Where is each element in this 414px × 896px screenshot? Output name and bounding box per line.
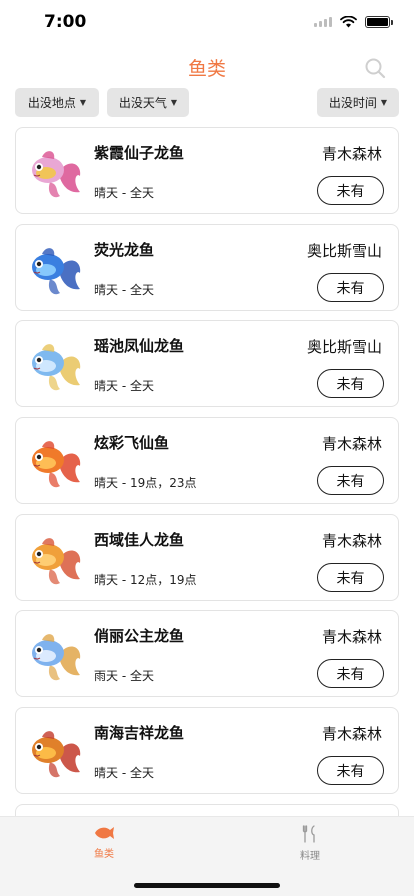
ownership-button[interactable]: 未有 (317, 756, 384, 785)
fish-location: 青木森林 (321, 725, 382, 743)
fish-name: 瑶池凤仙龙鱼 (94, 337, 185, 355)
fish-location: 奥比斯雪山 (306, 338, 382, 356)
fish-card[interactable]: 西域佳人龙鱼 青木森林 晴天 - 12点，19点 未有 (15, 514, 399, 601)
fish-location: 奥比斯雪山 (306, 242, 382, 260)
fish-time: 晴天 - 12点，19点 (94, 573, 197, 587)
fish-thumbnail-icon (32, 441, 81, 488)
cooking-icon (302, 825, 315, 843)
fish-time: 晴天 - 全天 (94, 283, 154, 297)
filter-time-label: 出没时间 (328, 96, 377, 110)
fish-icon (95, 827, 114, 839)
caret-down-icon: ▼ (170, 98, 178, 107)
fish-location: 青木森林 (321, 532, 382, 550)
tab-cooking-label: 料理 (300, 851, 320, 862)
fish-thumbnail-icon (32, 248, 81, 295)
cellular-signal-icon (314, 17, 332, 27)
filter-weather-label: 出没天气 (118, 96, 167, 110)
fish-card[interactable]: 紫霞仙子龙鱼 青木森林 晴天 - 全天 未有 (15, 127, 399, 214)
fish-name: 紫霞仙子龙鱼 (94, 144, 185, 162)
fish-thumbnail-icon (32, 731, 81, 778)
fish-location: 青木森林 (321, 628, 382, 646)
ownership-button[interactable]: 未有 (317, 659, 384, 688)
fish-location: 青木森林 (321, 145, 382, 163)
fish-thumbnail-icon (32, 634, 81, 681)
filter-location-dropdown[interactable]: 出没地点 ▼ (15, 88, 99, 117)
fish-card[interactable]: 瑶池凤仙龙鱼 奥比斯雪山 晴天 - 全天 未有 (15, 320, 399, 407)
tab-fish-label: 鱼类 (94, 849, 114, 860)
ownership-button[interactable]: 未有 (317, 176, 384, 205)
ownership-button[interactable]: 未有 (317, 563, 384, 592)
fish-card[interactable]: 南海吉祥龙鱼 青木森林 晴天 - 全天 未有 (15, 707, 399, 794)
search-icon[interactable] (364, 57, 386, 79)
fish-name: 南海吉祥龙鱼 (94, 724, 185, 742)
battery-icon (365, 16, 393, 28)
ownership-button[interactable]: 未有 (317, 273, 384, 302)
tab-cooking[interactable]: 料理 (270, 825, 350, 865)
fish-list[interactable]: 紫霞仙子龙鱼 青木森林 晴天 - 全天 未有 荧光龙鱼 奥比斯雪山 晴天 - 全… (0, 120, 414, 816)
tab-fish[interactable]: 鱼类 (64, 825, 144, 865)
ownership-button[interactable]: 未有 (317, 369, 384, 398)
home-indicator (134, 883, 280, 888)
filter-time-dropdown[interactable]: 出没时间 ▼ (317, 88, 399, 117)
fish-location: 青木森林 (321, 435, 382, 453)
status-icons (314, 16, 393, 28)
fish-name: 西域佳人龙鱼 (94, 531, 185, 549)
fish-name: 荧光龙鱼 (94, 241, 155, 259)
fish-time: 晴天 - 全天 (94, 766, 154, 780)
caret-down-icon: ▼ (79, 98, 87, 107)
status-bar: 7:00 (0, 0, 414, 46)
wifi-icon (340, 16, 357, 28)
fish-card-partial[interactable] (15, 804, 399, 816)
navigation-bar: 鱼类 (0, 46, 414, 86)
filter-bar: 出没地点 ▼ 出没天气 ▼ 出没时间 ▼ (0, 86, 414, 120)
fish-name: 炫彩飞仙鱼 (94, 434, 170, 452)
caret-down-icon: ▼ (380, 98, 388, 107)
status-time: 7:00 (44, 12, 87, 32)
fish-thumbnail-icon (32, 151, 81, 198)
fish-card[interactable]: 荧光龙鱼 奥比斯雪山 晴天 - 全天 未有 (15, 224, 399, 311)
fish-time: 晴天 - 全天 (94, 379, 154, 393)
fish-time: 雨天 - 全天 (94, 669, 154, 683)
filter-location-label: 出没地点 (27, 96, 76, 110)
fish-card[interactable]: 俏丽公主龙鱼 青木森林 雨天 - 全天 未有 (15, 610, 399, 697)
ownership-button[interactable]: 未有 (317, 466, 384, 495)
fish-time: 晴天 - 全天 (94, 186, 154, 200)
fish-time: 晴天 - 19点，23点 (94, 476, 197, 490)
fish-thumbnail-icon (32, 344, 81, 391)
fish-name: 俏丽公主龙鱼 (94, 627, 185, 645)
fish-card[interactable]: 炫彩飞仙鱼 青木森林 晴天 - 19点，23点 未有 (15, 417, 399, 504)
fish-thumbnail-icon (32, 538, 81, 585)
page-title: 鱼类 (187, 58, 226, 80)
filter-weather-dropdown[interactable]: 出没天气 ▼ (107, 88, 189, 117)
